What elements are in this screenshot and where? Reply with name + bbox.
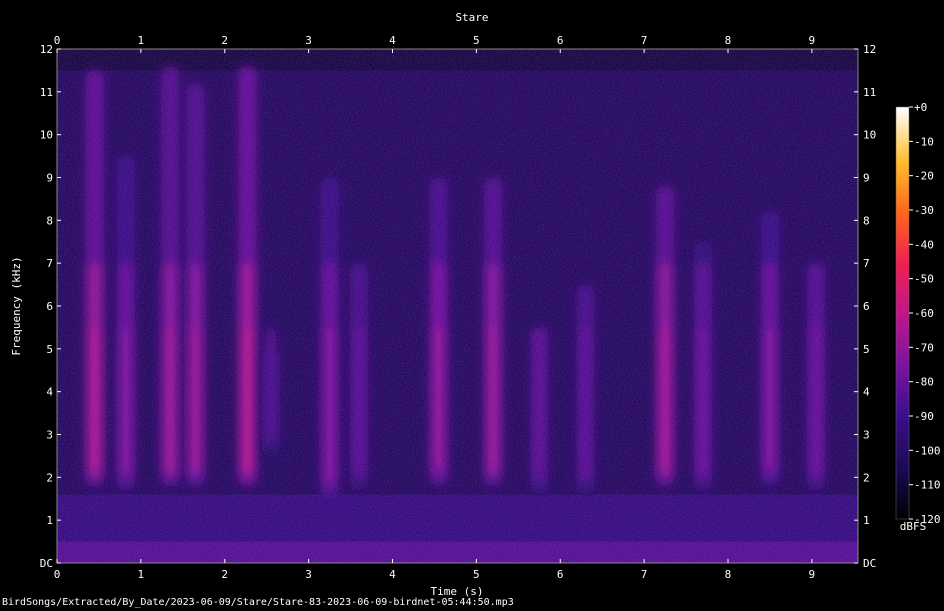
x-tick-label: 1 bbox=[138, 568, 145, 581]
y-tick-label: 5 bbox=[46, 343, 53, 356]
colorbar-tick-label: -40 bbox=[914, 238, 934, 251]
y-tick-label-right: 5 bbox=[863, 343, 870, 356]
spectrogram-chart: 00112233445566778899DC DC1 12 23 34 45 56 67 78 8… bbox=[10, 11, 941, 598]
y-tick-label: DC bbox=[40, 557, 53, 570]
x-tick-label: 6 bbox=[557, 568, 564, 581]
colorbar-label: dBFS bbox=[900, 520, 927, 533]
y-tick-label: 2 bbox=[46, 471, 53, 484]
x-tick-label-top: 9 bbox=[809, 34, 816, 47]
y-tick-label-right: 8 bbox=[863, 214, 870, 227]
y-tick-label-right: 6 bbox=[863, 300, 870, 313]
y-tick-label: 8 bbox=[46, 214, 53, 227]
colorbar bbox=[895, 106, 910, 520]
x-tick-label: 7 bbox=[641, 568, 648, 581]
x-tick-label-top: 4 bbox=[389, 34, 396, 47]
chart-title: Stare bbox=[455, 11, 488, 24]
x-tick-label-top: 6 bbox=[557, 34, 564, 47]
x-tick-label: 4 bbox=[389, 568, 396, 581]
y-tick-label-right: 2 bbox=[863, 471, 870, 484]
y-tick-label-right: 11 bbox=[863, 86, 876, 99]
y-tick-label-right: 9 bbox=[863, 172, 870, 185]
y-tick-label-right: 3 bbox=[863, 429, 870, 442]
colorbar-tick-label: -20 bbox=[914, 170, 934, 183]
colorbar-tick-label: -70 bbox=[914, 341, 934, 354]
colorbar-tick-label: -80 bbox=[914, 376, 934, 389]
x-tick-label: 3 bbox=[305, 568, 312, 581]
x-tick-label-top: 8 bbox=[725, 34, 732, 47]
noise-texture bbox=[57, 49, 858, 563]
y-tick-label: 11 bbox=[40, 86, 53, 99]
colorbar-tick-label: -50 bbox=[914, 273, 934, 286]
x-tick-label-top: 1 bbox=[138, 34, 145, 47]
x-tick-label: 8 bbox=[725, 568, 732, 581]
x-tick-label: 5 bbox=[473, 568, 480, 581]
y-tick-label-right: 7 bbox=[863, 257, 870, 270]
x-tick-label: 9 bbox=[809, 568, 816, 581]
y-tick-label: 6 bbox=[46, 300, 53, 313]
y-tick-label: 9 bbox=[46, 172, 53, 185]
colorbar-tick-label: -100 bbox=[914, 444, 941, 457]
x-tick-label: 2 bbox=[221, 568, 228, 581]
y-tick-label: 3 bbox=[46, 429, 53, 442]
y-tick-label-right: 10 bbox=[863, 129, 876, 142]
file-path-caption: BirdSongs/Extracted/By_Date/2023-06-09/S… bbox=[2, 597, 514, 608]
y-axis-label: Frequency (kHz) bbox=[10, 256, 23, 355]
x-tick-label-top: 3 bbox=[305, 34, 312, 47]
y-tick-label-right: DC bbox=[863, 557, 876, 570]
colorbar-ticks: +0-10-20-30-40-50-60-70-80-90-100-110-12… bbox=[909, 101, 941, 526]
y-tick-label-right: 4 bbox=[863, 386, 870, 399]
y-tick-label: 7 bbox=[46, 257, 53, 270]
x-tick-label-top: 2 bbox=[221, 34, 228, 47]
y-tick-label: 4 bbox=[46, 386, 53, 399]
y-tick-label-right: 1 bbox=[863, 514, 870, 527]
y-tick-label: 12 bbox=[40, 43, 53, 56]
x-tick-label-top: 5 bbox=[473, 34, 480, 47]
colorbar-tick-label: -90 bbox=[914, 410, 934, 423]
colorbar-tick-label: -110 bbox=[914, 479, 941, 492]
colorbar-tick-label: -10 bbox=[914, 135, 934, 148]
y-tick-label: 10 bbox=[40, 129, 53, 142]
x-tick-label: 0 bbox=[54, 568, 61, 581]
x-tick-label-top: 0 bbox=[54, 34, 61, 47]
y-tick-label: 1 bbox=[46, 514, 53, 527]
colorbar-tick-label: +0 bbox=[914, 101, 927, 114]
x-tick-label-top: 7 bbox=[641, 34, 648, 47]
y-tick-label-right: 12 bbox=[863, 43, 876, 56]
colorbar-tick-label: -60 bbox=[914, 307, 934, 320]
colorbar-tick-label: -30 bbox=[914, 204, 934, 217]
